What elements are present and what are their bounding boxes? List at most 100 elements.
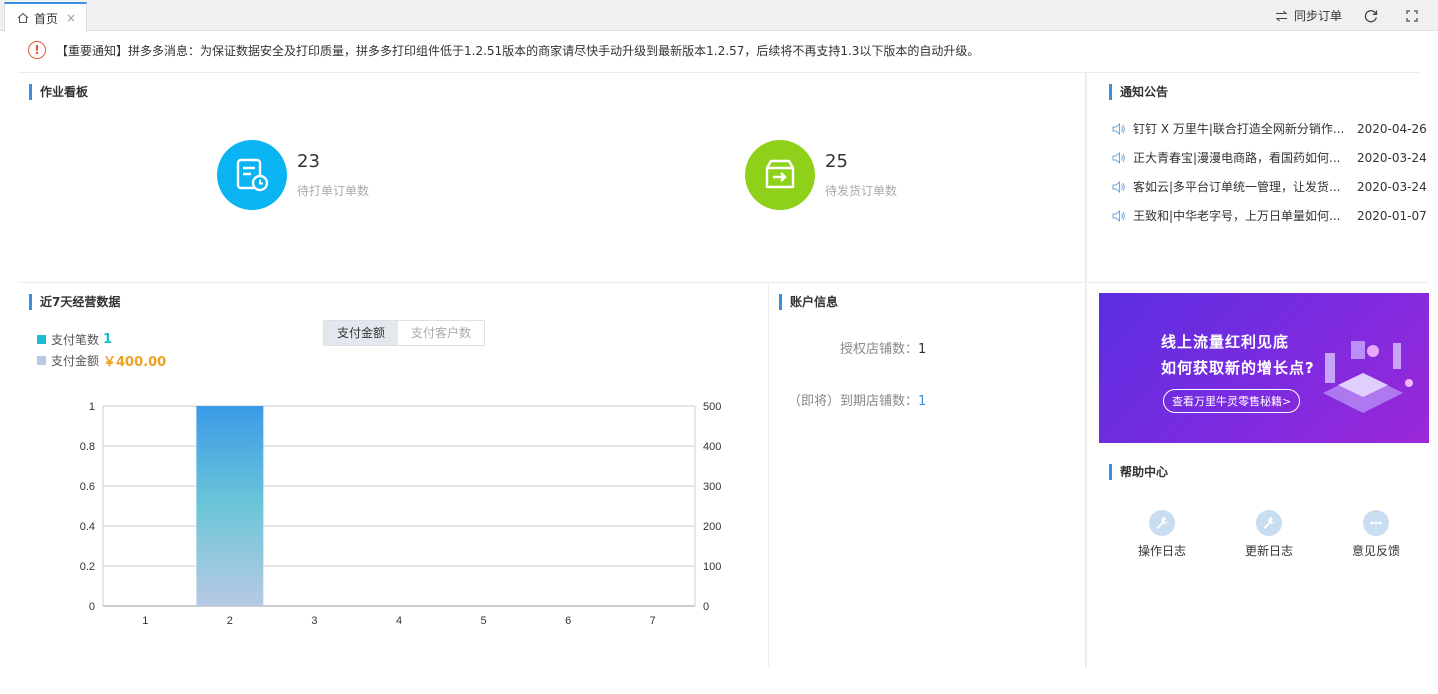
expiring-value[interactable]: 1 (918, 394, 926, 409)
tab-home[interactable]: 首页 × (4, 2, 87, 32)
announcement-title: 王致和|中华老字号，上万日单量如何... (1133, 209, 1341, 223)
help-feedback[interactable]: 意见反馈 (1341, 510, 1411, 559)
account-title: 账户信息 (779, 294, 838, 310)
refresh-button[interactable] (1364, 9, 1384, 23)
announcement-item[interactable]: 客如云|多平台订单统一管理，让发货... 2020-03-24 (1112, 172, 1432, 201)
y2-tick-label: 400 (703, 441, 721, 453)
divider (1085, 73, 1087, 667)
x-tick-label: 1 (142, 615, 148, 627)
help-item-label: 操作日志 (1137, 544, 1186, 558)
divider (1088, 282, 1428, 283)
y-tick-label: 0.2 (80, 561, 95, 573)
legend-amount-label: 支付金额 (51, 354, 100, 368)
bar[interactable] (196, 406, 264, 606)
announcement-date: 2020-03-24 (1357, 179, 1427, 194)
help-operation-log[interactable]: 操作日志 (1127, 510, 1197, 559)
wrench-icon (1256, 510, 1282, 536)
pending-print-circle (217, 140, 287, 210)
speaker-icon (1112, 180, 1125, 193)
x-tick-label: 2 (227, 615, 233, 627)
legend-amount: 支付金额 ￥400.00 (37, 351, 166, 370)
fullscreen-icon (1406, 9, 1418, 22)
legend-amount-value: ￥400.00 (103, 355, 167, 370)
x-tick-label: 7 (650, 615, 656, 627)
pending-ship-count: 25 (825, 151, 848, 172)
expiring-label: （即将）到期店铺数： (788, 394, 919, 409)
y-tick-label: 0.4 (80, 521, 95, 533)
y-tick-label: 0.6 (80, 481, 95, 493)
x-tick-label: 6 (565, 615, 571, 627)
help-item-label: 意见反馈 (1351, 544, 1400, 558)
y2-tick-label: 100 (703, 561, 721, 573)
order-clock-icon (236, 158, 269, 192)
pending-print-count: 23 (297, 151, 320, 172)
x-tick-label: 5 (481, 615, 487, 627)
expiring-stores: （即将）到期店铺数：1 (788, 390, 926, 409)
x-tick-label: 4 (396, 615, 402, 627)
y2-tick-label: 500 (703, 401, 721, 413)
announcement-title: 钉钉 X 万里牛|联合打造全网新分销作... (1133, 122, 1343, 136)
help-item-label: 更新日志 (1244, 544, 1293, 558)
announcement-item[interactable]: 正大青春宝|漫漫电商路，看国药如何... 2020-03-24 (1112, 143, 1432, 172)
banner-line1: 线上流量红利见底 (1161, 333, 1290, 351)
promo-banner[interactable]: 线上流量红利见底 如何获取新的增长点? 查看万里牛灵零售秘籍> (1099, 293, 1429, 443)
announcement-date: 2020-04-26 (1357, 121, 1427, 136)
tab-pay-amount[interactable]: 支付金额 (324, 321, 399, 345)
sync-orders-label: 同步订单 (1293, 9, 1342, 23)
pending-ship-circle (745, 140, 815, 210)
announcement-date: 2020-03-24 (1357, 150, 1427, 165)
close-icon[interactable]: × (66, 11, 76, 25)
seven-day-title: 近7天经营数据 (29, 294, 120, 310)
box-arrow-icon (765, 159, 795, 189)
metric-toggle: 支付金额 支付客户数 (323, 320, 486, 346)
warning-icon: ! (28, 41, 46, 59)
wrench-icon (1149, 510, 1175, 536)
tab-pay-customers[interactable]: 支付客户数 (398, 321, 485, 345)
pending-ship-stat[interactable]: 25 待发货订单数 (745, 140, 897, 210)
authorized-label: 授权店铺数： (840, 342, 919, 357)
tab-home-label: 首页 (34, 11, 59, 26)
legend-amount-swatch (37, 356, 46, 365)
announcement-item[interactable]: 王致和|中华老字号，上万日单量如何... 2020-01-07 (1112, 201, 1432, 230)
pending-print-stat[interactable]: 23 待打单订单数 (217, 140, 369, 210)
fullscreen-button[interactable] (1406, 9, 1424, 22)
divider (18, 72, 1420, 73)
legend-count-label: 支付笔数 (51, 333, 100, 347)
tab-bar: 首页 × 同步订单 (0, 0, 1438, 32)
announcement-list: 钉钉 X 万里牛|联合打造全网新分销作... 2020-04-26 正大青春宝|漫漫… (1112, 114, 1432, 230)
banner-line2: 如何获取新的增长点? (1161, 359, 1315, 377)
y2-tick-label: 200 (703, 521, 721, 533)
swap-icon (1275, 10, 1288, 21)
legend-count: 支付笔数 1 (37, 331, 112, 348)
job-board-title: 作业看板 (29, 84, 88, 100)
seven-day-chart: 0 0 0.2 100 0.4 200 0.6 300 0.8 400 1 500 1 2 3 4 5 6 7 (80, 401, 722, 627)
announcement-title: 正大青春宝|漫漫电商路，看国药如何... (1133, 151, 1341, 165)
divider (18, 282, 1085, 283)
speaker-icon (1112, 209, 1125, 222)
y2-tick-label: 0 (703, 601, 709, 613)
y-tick-label: 0.8 (80, 441, 95, 453)
sync-orders-button[interactable]: 同步订单 (1275, 7, 1342, 24)
chat-icon (1363, 510, 1389, 536)
y-tick-label: 1 (89, 401, 95, 413)
refresh-icon (1364, 9, 1378, 22)
speaker-icon (1112, 151, 1125, 164)
legend-count-value: 1 (103, 332, 113, 347)
help-update-log[interactable]: 更新日志 (1234, 510, 1304, 559)
isometric-illustration (1323, 341, 1413, 413)
speaker-icon (1112, 122, 1125, 135)
announcement-date: 2020-01-07 (1357, 208, 1427, 223)
pending-ship-label: 待发货订单数 (825, 184, 898, 198)
announcements-title: 通知公告 (1109, 84, 1168, 100)
announcement-item[interactable]: 钉钉 X 万里牛|联合打造全网新分销作... 2020-04-26 (1112, 114, 1432, 143)
home-icon (17, 12, 29, 24)
announcement-title: 客如云|多平台订单统一管理，让发货... (1133, 180, 1341, 194)
x-tick-label: 3 (311, 615, 317, 627)
notice-text: 【重要通知】拼多多消息：为保证数据安全及打印质量，拼多多打印组件低于1.2.51… (56, 43, 980, 58)
authorized-value: 1 (918, 342, 927, 357)
help-center-title: 帮助中心 (1109, 464, 1168, 480)
banner-button[interactable]: 查看万里牛灵零售秘籍> (1163, 389, 1301, 413)
pending-print-label: 待打单订单数 (297, 184, 370, 198)
notice-bar: ! 【重要通知】拼多多消息：为保证数据安全及打印质量，拼多多打印组件低于1.2.… (28, 38, 979, 62)
y2-tick-label: 300 (703, 481, 721, 493)
